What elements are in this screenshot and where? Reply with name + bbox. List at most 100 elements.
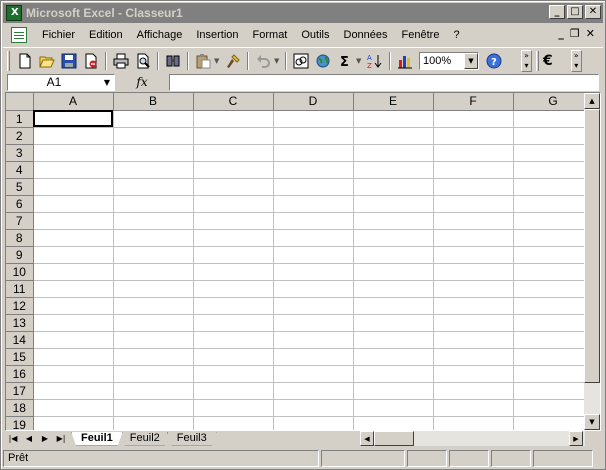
sort-ascending-icon[interactable]: AZ — [364, 50, 386, 72]
cell-d17[interactable] — [273, 382, 354, 400]
cell-g15[interactable] — [513, 348, 594, 366]
cell-g5[interactable] — [513, 178, 594, 196]
cell-b1[interactable] — [113, 110, 194, 128]
cell-d8[interactable] — [273, 229, 354, 247]
cell-f12[interactable] — [433, 297, 514, 315]
cell-e3[interactable] — [353, 144, 434, 162]
cell-g18[interactable] — [513, 399, 594, 417]
cell-f3[interactable] — [433, 144, 514, 162]
cell-c11[interactable] — [193, 280, 274, 298]
cell-b5[interactable] — [113, 178, 194, 196]
new-icon[interactable] — [14, 50, 36, 72]
cell-f9[interactable] — [433, 246, 514, 264]
cell-e8[interactable] — [353, 229, 434, 247]
cell-c6[interactable] — [193, 195, 274, 213]
cell-c17[interactable] — [193, 382, 274, 400]
cell-d12[interactable] — [273, 297, 354, 315]
permission-icon[interactable] — [80, 50, 102, 72]
scroll-up-icon[interactable]: ▲ — [584, 93, 600, 109]
cell-e9[interactable] — [353, 246, 434, 264]
cell-f16[interactable] — [433, 365, 514, 383]
cell-c2[interactable] — [193, 127, 274, 145]
menu-insertion[interactable]: Insertion — [189, 29, 245, 41]
cell-a5[interactable] — [33, 178, 114, 196]
first-sheet-icon[interactable]: |◀ — [5, 434, 21, 443]
menu-fichier[interactable]: Fichier — [35, 29, 82, 41]
cell-e5[interactable] — [353, 178, 434, 196]
cell-e14[interactable] — [353, 331, 434, 349]
cell-f2[interactable] — [433, 127, 514, 145]
column-header-f[interactable]: F — [433, 93, 514, 111]
cell-d9[interactable] — [273, 246, 354, 264]
cell-g11[interactable] — [513, 280, 594, 298]
cell-c8[interactable] — [193, 229, 274, 247]
cell-a12[interactable] — [33, 297, 114, 315]
row-header-1[interactable]: 1 — [6, 110, 34, 128]
cell-b13[interactable] — [113, 314, 194, 332]
name-box[interactable]: A1 ▼ — [7, 73, 115, 91]
cell-b16[interactable] — [113, 365, 194, 383]
cell-a4[interactable] — [33, 161, 114, 179]
workbook-close-button[interactable]: ✕ — [586, 27, 595, 40]
insert-hyperlink-icon[interactable] — [290, 50, 312, 72]
cell-a9[interactable] — [33, 246, 114, 264]
cell-e6[interactable] — [353, 195, 434, 213]
cell-f13[interactable] — [433, 314, 514, 332]
cell-e13[interactable] — [353, 314, 434, 332]
cell-a3[interactable] — [33, 144, 114, 162]
cell-b11[interactable] — [113, 280, 194, 298]
close-button[interactable]: ✕ — [585, 5, 601, 19]
menu-format[interactable]: Format — [246, 29, 295, 41]
cell-a8[interactable] — [33, 229, 114, 247]
formula-input[interactable] — [169, 73, 599, 91]
cell-f18[interactable] — [433, 399, 514, 417]
cell-c18[interactable] — [193, 399, 274, 417]
sheet-tab-feuil2[interactable]: Feuil2 — [120, 432, 170, 446]
horizontal-scrollbar[interactable]: ◀ ▶ — [360, 431, 585, 446]
cell-e10[interactable] — [353, 263, 434, 281]
next-sheet-icon[interactable]: ▶ — [37, 434, 53, 443]
cell-b7[interactable] — [113, 212, 194, 230]
cell-g8[interactable] — [513, 229, 594, 247]
cell-a15[interactable] — [33, 348, 114, 366]
row-header-12[interactable]: 12 — [6, 297, 34, 315]
cell-d5[interactable] — [273, 178, 354, 196]
cell-d3[interactable] — [273, 144, 354, 162]
cell-a13[interactable] — [33, 314, 114, 332]
cell-d19[interactable] — [273, 416, 354, 430]
prev-sheet-icon[interactable]: ◀ — [21, 434, 37, 443]
cell-f19[interactable] — [433, 416, 514, 430]
cell-a10[interactable] — [33, 263, 114, 281]
vertical-scroll-thumb[interactable] — [584, 109, 600, 383]
cell-a17[interactable] — [33, 382, 114, 400]
cell-g6[interactable] — [513, 195, 594, 213]
cell-b10[interactable] — [113, 263, 194, 281]
excel-app-icon[interactable] — [6, 5, 22, 21]
scroll-left-icon[interactable]: ◀ — [360, 431, 374, 446]
maximize-button[interactable]: □ — [567, 5, 583, 19]
row-header-2[interactable]: 2 — [6, 127, 34, 145]
name-box-value[interactable]: A1 — [8, 75, 100, 89]
toolbar-options-chevron-icon[interactable]: » ▾ — [570, 49, 582, 72]
save-icon[interactable] — [58, 50, 80, 72]
select-all-corner[interactable] — [6, 93, 34, 111]
cell-a7[interactable] — [33, 212, 114, 230]
menu-edition[interactable]: Edition — [82, 29, 130, 41]
cell-d2[interactable] — [273, 127, 354, 145]
cell-e4[interactable] — [353, 161, 434, 179]
cell-a2[interactable] — [33, 127, 114, 145]
cell-b9[interactable] — [113, 246, 194, 264]
row-header-14[interactable]: 14 — [6, 331, 34, 349]
cell-g16[interactable] — [513, 365, 594, 383]
cell-f1[interactable] — [433, 110, 514, 128]
column-header-a[interactable]: A — [33, 93, 114, 111]
cell-a6[interactable] — [33, 195, 114, 213]
cell-d4[interactable] — [273, 161, 354, 179]
cell-f7[interactable] — [433, 212, 514, 230]
print-icon[interactable] — [110, 50, 132, 72]
cell-d18[interactable] — [273, 399, 354, 417]
row-header-6[interactable]: 6 — [6, 195, 34, 213]
autosum-icon[interactable]: Σ — [334, 50, 356, 72]
sheet-tab-feuil1[interactable]: Feuil1 — [71, 432, 123, 446]
cell-c12[interactable] — [193, 297, 274, 315]
